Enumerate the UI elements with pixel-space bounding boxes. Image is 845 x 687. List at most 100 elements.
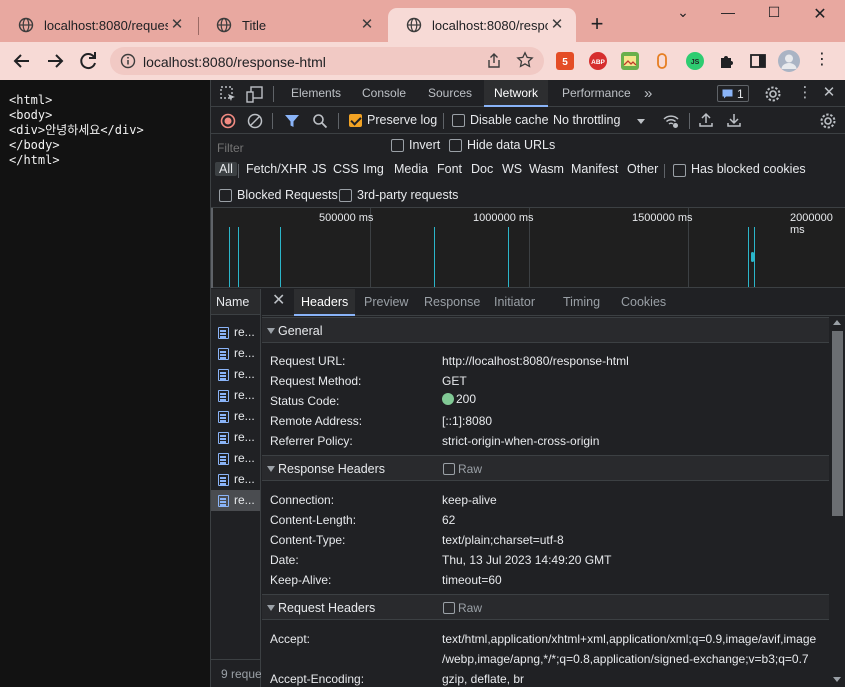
close-window-button[interactable]: ✕	[797, 4, 843, 26]
tab-performance[interactable]: Performance	[562, 80, 631, 107]
extension-icon[interactable]	[653, 52, 671, 70]
reload-icon[interactable]	[76, 49, 100, 73]
more-options-icon[interactable]: ⋮	[796, 84, 814, 102]
third-party-requests-checkbox[interactable]	[339, 189, 352, 202]
info-icon[interactable]	[120, 53, 136, 69]
adblock-extension-icon[interactable]: ABP	[589, 52, 607, 70]
close-details-icon[interactable]: ✕	[272, 293, 288, 309]
request-row[interactable]: re...	[211, 343, 260, 364]
settings-gear-icon[interactable]	[764, 85, 782, 103]
type-filter-img[interactable]: Img	[363, 162, 384, 176]
back-arrow-icon[interactable]	[10, 49, 34, 73]
request-row[interactable]: re...	[211, 448, 260, 469]
address-bar[interactable]: localhost:8080/response-html	[110, 47, 544, 75]
chevron-down-icon[interactable]	[637, 119, 645, 124]
request-row[interactable]: re...	[211, 385, 260, 406]
tab-console[interactable]: Console	[362, 80, 406, 107]
export-har-icon[interactable]	[725, 111, 743, 129]
header-key: Content-Type:	[270, 533, 346, 547]
browser-tab[interactable]: Title ✕	[198, 8, 386, 42]
type-filter-media[interactable]: Media	[394, 162, 428, 176]
throttling-select[interactable]: No throttling	[553, 113, 620, 127]
request-row[interactable]: re...	[211, 427, 260, 448]
type-filter-font[interactable]: Font	[437, 162, 462, 176]
scroll-up-arrow-icon[interactable]	[833, 320, 841, 325]
search-icon[interactable]	[311, 112, 329, 130]
scrollbar-thumb[interactable]	[832, 331, 843, 516]
filter-funnel-icon[interactable]	[283, 112, 301, 130]
tab-response[interactable]: Response	[424, 289, 480, 316]
has-blocked-cookies-checkbox[interactable]	[673, 164, 686, 177]
inspect-element-icon[interactable]	[219, 85, 237, 103]
request-row[interactable]: re...	[211, 406, 260, 427]
import-har-icon[interactable]	[697, 111, 715, 129]
more-tabs-icon[interactable]: »	[644, 80, 652, 107]
close-tab-icon[interactable]: ✕	[548, 16, 566, 34]
scroll-down-arrow-icon[interactable]	[833, 677, 841, 682]
hide-data-urls-checkbox[interactable]	[449, 139, 462, 152]
maximize-button[interactable]: ☐	[751, 4, 797, 26]
request-row-selected[interactable]: re...	[211, 490, 260, 511]
close-devtools-icon[interactable]: ✕	[820, 84, 838, 102]
close-tab-icon[interactable]: ✕	[358, 16, 376, 34]
type-filter-manifest[interactable]: Manifest	[571, 162, 618, 176]
issues-badge[interactable]: 1	[717, 85, 749, 102]
forward-arrow-icon[interactable]	[43, 49, 67, 73]
network-conditions-wifi-icon[interactable]	[662, 112, 680, 130]
name-column-header[interactable]: Name	[211, 289, 260, 315]
tab-preview[interactable]: Preview	[364, 289, 408, 316]
new-tab-button[interactable]: +	[586, 13, 608, 36]
js-extension-icon[interactable]: JS	[686, 52, 704, 70]
request-row[interactable]: re...	[211, 322, 260, 343]
type-filter-css[interactable]: CSS	[333, 162, 359, 176]
type-filter-other[interactable]: Other	[627, 162, 658, 176]
puzzle-extensions-icon[interactable]	[718, 52, 736, 70]
type-filter-wasm[interactable]: Wasm	[529, 162, 564, 176]
record-icon[interactable]	[219, 112, 237, 130]
type-filter-js[interactable]: JS	[312, 162, 327, 176]
image-extension-icon[interactable]	[621, 52, 639, 70]
filter-input[interactable]	[217, 139, 383, 156]
avatar[interactable]	[778, 50, 800, 72]
browser-tab[interactable]: localhost:8080/request ✕	[0, 8, 196, 42]
blocked-requests-checkbox[interactable]	[219, 189, 232, 202]
type-filter-doc[interactable]: Doc	[471, 162, 493, 176]
preserve-log-checkbox[interactable]	[349, 114, 362, 127]
tab-cookies[interactable]: Cookies	[621, 289, 666, 316]
type-filter-all[interactable]: All	[215, 162, 237, 176]
request-headers-section-header[interactable]: Request Headers Raw	[262, 594, 829, 620]
minimize-button[interactable]: —	[705, 4, 751, 26]
type-filter-fetch-xhr[interactable]: Fetch/XHR	[246, 162, 307, 176]
network-settings-gear-icon[interactable]	[819, 112, 837, 130]
request-row[interactable]: re...	[211, 364, 260, 385]
network-overview-timeline[interactable]: 500000 ms 1000000 ms 1500000 ms 2000000 …	[211, 208, 845, 288]
overview-range-handle[interactable]	[211, 208, 213, 288]
side-panel-icon[interactable]	[749, 52, 767, 70]
invert-checkbox[interactable]	[391, 139, 404, 152]
disable-cache-checkbox[interactable]	[452, 114, 465, 127]
raw-checkbox[interactable]	[443, 602, 455, 614]
type-filter-ws[interactable]: WS	[502, 162, 522, 176]
close-tab-icon[interactable]: ✕	[168, 16, 186, 34]
browser-menu-icon[interactable]: ⋮	[814, 52, 830, 70]
has-blocked-cookies-label: Has blocked cookies	[691, 162, 806, 176]
chevron-down-icon[interactable]: ⌄	[660, 4, 706, 26]
document-icon	[218, 474, 229, 486]
clear-icon[interactable]	[246, 112, 264, 130]
raw-checkbox[interactable]	[443, 463, 455, 475]
tab-network[interactable]: Network	[484, 80, 549, 107]
response-headers-section-header[interactable]: Response Headers Raw	[262, 455, 829, 481]
tab-sources[interactable]: Sources	[428, 80, 472, 107]
tab-elements[interactable]: Elements	[291, 80, 341, 107]
device-toolbar-icon[interactable]	[246, 85, 264, 103]
browser-tab-active[interactable]: localhost:8080/respons ✕	[388, 8, 576, 42]
request-row[interactable]: re...	[211, 469, 260, 490]
tab-timing[interactable]: Timing	[563, 289, 600, 316]
tab-initiator[interactable]: Initiator	[494, 289, 535, 316]
general-section-header[interactable]: General	[262, 317, 829, 343]
bookmark-star-icon[interactable]	[516, 51, 534, 69]
tab-headers[interactable]: Headers	[294, 289, 356, 316]
share-icon[interactable]	[485, 52, 503, 70]
details-scrollbar[interactable]	[829, 317, 845, 687]
html5-extension-icon[interactable]: 5	[556, 52, 574, 70]
